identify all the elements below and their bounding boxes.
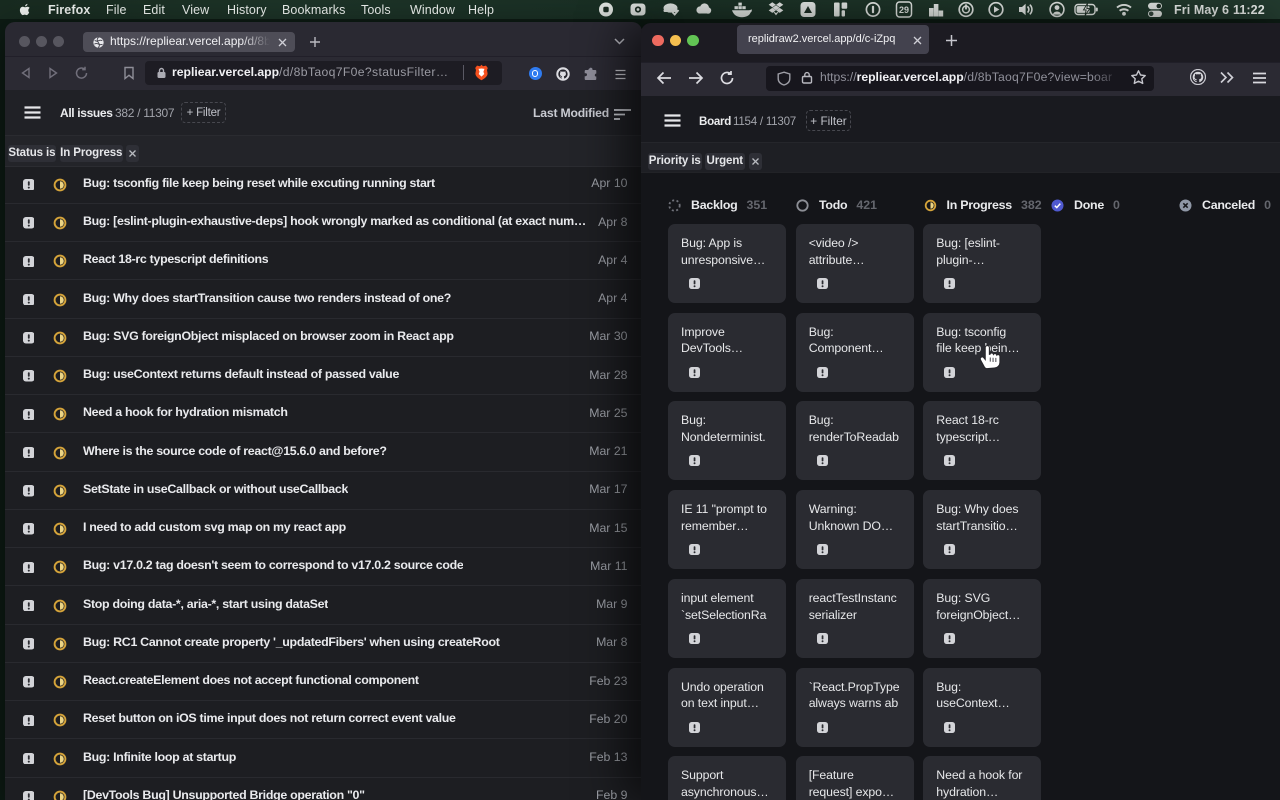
svg-text:29: 29 bbox=[899, 5, 909, 15]
